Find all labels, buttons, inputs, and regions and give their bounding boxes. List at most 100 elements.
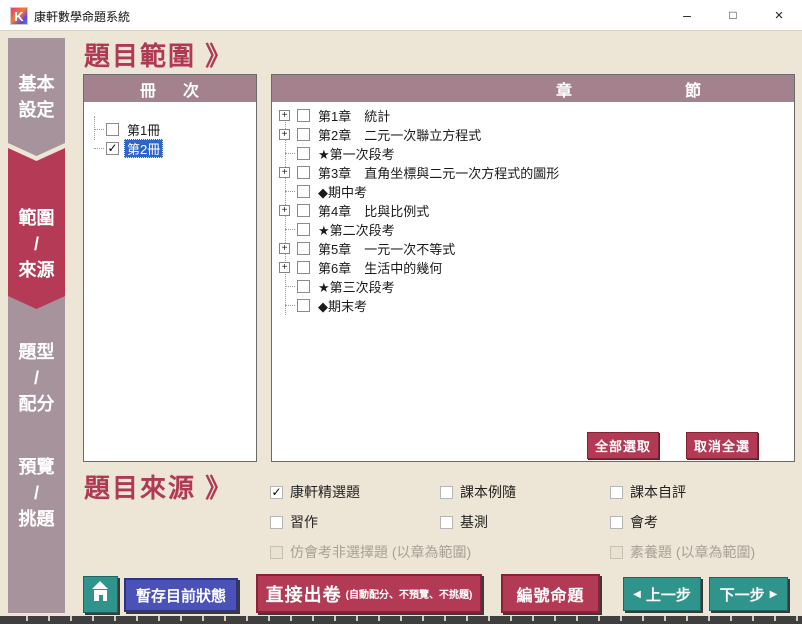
chapter-label[interactable]: 第5章 一元一次不等式 [315,239,458,258]
expand-icon[interactable]: + [279,205,290,216]
chapter-row[interactable]: ★第一次段考 [277,144,398,163]
checkbox-icon[interactable]: ✓ [270,486,283,499]
numbered-question-button[interactable]: 編號命題 [501,574,600,613]
chapter-row[interactable]: + 第1章 統計 [277,106,393,125]
source-workbook[interactable]: 習作 [270,512,318,532]
tree-stub [285,286,295,287]
chapter-row[interactable]: + 第6章 生活中的幾何 [277,258,445,277]
source-kangxuan-selected[interactable]: ✓ 康軒精選題 [270,482,360,502]
home-icon [92,588,109,602]
volume-label[interactable]: 第2冊 [124,139,163,158]
expand-icon[interactable]: + [279,129,290,140]
tree-stub [285,305,295,306]
chapter-label[interactable]: ★第二次段考 [315,220,398,239]
chapter-row[interactable]: + 第4章 比與比例式 [277,201,432,220]
chapter-checkbox[interactable] [297,147,310,160]
chapter-label[interactable]: 第1章 統計 [315,106,393,125]
chapter-checkbox[interactable] [297,109,310,122]
chapter-row[interactable]: + 第3章 直角坐標與二元一次方程式的圖形 [277,163,562,182]
source-basic-test[interactable]: 基測 [440,512,488,532]
expand-icon[interactable]: + [279,167,290,178]
minimize-button[interactable]: – [664,0,710,30]
next-step-label: 下一步 [720,584,765,605]
source-textbook-selfcheck[interactable]: 課本自評 [610,482,686,502]
checkbox-icon [270,546,283,559]
chapter-panel-header: 章 節 [272,75,794,102]
tree-stub [285,191,295,192]
tree-gutter [86,139,106,158]
chapter-row[interactable]: + 第2章 二元一次聯立方程式 [277,125,484,144]
next-step-button[interactable]: 下一步 ▶ [709,577,788,611]
direct-generate-button[interactable]: 直接出卷 (自動配分、不預覽、不挑題) [256,574,482,613]
source-label: 素養題 (以章為範圍) [630,542,755,562]
tree-gutter [277,182,297,201]
previous-step-label: 上一步 [646,584,691,605]
chapter-checkbox[interactable] [297,261,310,274]
source-label: 會考 [630,512,658,532]
chapter-label[interactable]: 第6章 生活中的幾何 [315,258,445,277]
deselect-all-button[interactable]: 取消全選 [686,432,758,459]
volume-row[interactable]: ✓ 第2冊 [86,139,163,158]
app-window: K 康軒數學命題系統 – □ × 基本 設定 範圍 / 來源 題型 / 配分 預… [0,0,802,624]
source-label: 基測 [460,512,488,532]
tree-gutter: + [277,163,297,182]
tree-gutter: + [277,258,297,277]
checkbox-icon[interactable] [610,486,623,499]
chapter-label[interactable]: 第3章 直角坐標與二元一次方程式的圖形 [315,163,562,182]
chapter-row[interactable]: ◆期末考 [277,296,370,315]
tree-stub [285,229,295,230]
chapter-row[interactable]: + 第5章 一元一次不等式 [277,239,458,258]
sidebar-item-preview-pick[interactable]: 預覽 / 挑題 [8,416,65,613]
home-button[interactable] [83,576,118,613]
chapter-checkbox[interactable] [297,223,310,236]
tree-stub [285,153,295,154]
volume-checkbox[interactable]: ✓ [106,142,119,155]
volume-panel-header: 冊 次 [84,75,256,102]
source-textbook-examples[interactable]: 課本例隨 [440,482,516,502]
source-label: 課本自評 [630,482,686,502]
sidebar-item-basic-settings[interactable]: 基本 設定 [8,38,65,156]
checkbox-icon[interactable] [610,516,623,529]
chapter-checkbox[interactable] [297,280,310,293]
expand-icon[interactable]: + [279,110,290,121]
select-all-button[interactable]: 全部選取 [587,432,659,459]
source-label: 康軒精選題 [290,482,360,502]
app-logo-icon: K [10,7,28,25]
checkbox-icon[interactable] [440,486,453,499]
chapter-label[interactable]: ★第三次段考 [315,277,398,296]
bottom-ruler-strip [0,616,802,624]
chapter-label[interactable]: ★第一次段考 [315,144,398,163]
chapter-checkbox[interactable] [297,242,310,255]
chapter-checkbox[interactable] [297,166,310,179]
save-state-button[interactable]: 暫存目前狀態 [124,578,238,612]
expand-icon[interactable]: + [279,243,290,254]
expand-icon[interactable]: + [279,262,290,273]
chapter-checkbox[interactable] [297,204,310,217]
chapter-row[interactable]: ★第二次段考 [277,220,398,239]
chapter-label[interactable]: 第4章 比與比例式 [315,201,432,220]
volume-row[interactable]: 第1冊 [86,120,163,139]
previous-step-button[interactable]: ◀ 上一步 [623,577,701,611]
close-button[interactable]: × [756,0,802,30]
chapter-checkbox[interactable] [297,128,310,141]
chapter-row[interactable]: ★第三次段考 [277,277,398,296]
checkbox-icon[interactable] [270,516,283,529]
chapter-checkbox[interactable] [297,299,310,312]
source-label: 課本例隨 [460,482,516,502]
left-arrow-icon: ◀ [633,589,641,600]
chapter-label[interactable]: ◆期末考 [315,296,370,315]
checkbox-icon[interactable] [440,516,453,529]
direct-generate-label: 直接出卷 [266,581,342,607]
tree-gutter [277,220,297,239]
maximize-button[interactable]: □ [710,0,756,30]
chapter-row[interactable]: ◆期中考 [277,182,370,201]
volume-checkbox[interactable] [106,123,119,136]
source-label: 仿會考非選擇題 (以章為範圍) [290,542,471,562]
chapter-label[interactable]: ◆期中考 [315,182,370,201]
chapter-header-left: 章 [556,77,573,101]
volume-label[interactable]: 第1冊 [124,120,163,139]
chapter-label[interactable]: 第2章 二元一次聯立方程式 [315,125,484,144]
chapter-checkbox[interactable] [297,185,310,198]
source-exam[interactable]: 會考 [610,512,658,532]
volume-header-right: 次 [183,77,200,101]
